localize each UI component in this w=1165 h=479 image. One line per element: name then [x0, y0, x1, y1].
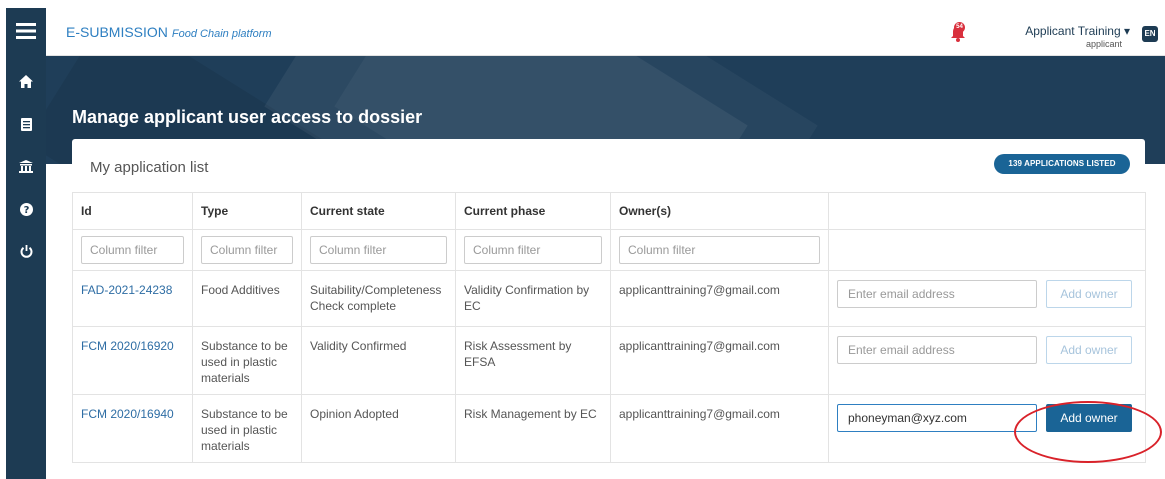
column-header-owners[interactable]: Owner(s) — [610, 192, 829, 230]
user-role: applicant — [1085, 39, 1122, 49]
user-menu[interactable]: Applicant Training ▾ applicant — [1006, 24, 1130, 49]
application-list-card: My application list 139 APPLICATIONS LIS… — [72, 139, 1146, 479]
application-id-link[interactable]: FCM 2020/16920 — [72, 326, 193, 395]
application-type: Substance to be used in plastic material… — [192, 326, 302, 395]
column-header-type[interactable]: Type — [192, 192, 302, 230]
language-switch[interactable]: EN — [1142, 26, 1158, 42]
application-owners: applicanttraining7@gmail.com — [610, 326, 829, 395]
user-name: Applicant Training ▾ — [1025, 24, 1130, 38]
brand-tagline: Food Chain platform — [171, 28, 272, 40]
table-header-row: Id Type Current state Current phase Owne… — [72, 192, 1146, 230]
top-bar: E-SUBMISSION Food Chain platform 54 Appli… — [46, 8, 1165, 56]
filter-cell — [192, 229, 302, 271]
document-icon[interactable] — [6, 109, 46, 139]
application-id-link[interactable]: FCM 2020/16940 — [72, 394, 193, 463]
table-row: FAD-2021-24238 Food Additives Suitabilit… — [72, 270, 1146, 327]
application-owners: applicanttraining7@gmail.com — [610, 270, 829, 327]
add-owner-button[interactable]: Add owner — [1046, 404, 1132, 432]
brand-name: E-SUBMISSION — [66, 24, 168, 40]
type-filter-input[interactable] — [201, 236, 293, 264]
add-owner-button[interactable]: Add owner — [1046, 336, 1132, 364]
home-icon[interactable] — [6, 66, 46, 96]
state-filter-input[interactable] — [310, 236, 447, 264]
filter-cell — [301, 229, 456, 271]
applications-table: Id Type Current state Current phase Owne… — [72, 192, 1146, 463]
application-type: Substance to be used in plastic material… — [192, 394, 302, 463]
column-header-state[interactable]: Current state — [301, 192, 456, 230]
filter-cell — [610, 229, 829, 271]
application-id-link[interactable]: FAD-2021-24238 — [72, 270, 193, 327]
power-icon[interactable] — [6, 236, 46, 266]
owner-email-input[interactable] — [837, 404, 1037, 432]
application-phase: Validity Confirmation by EC — [455, 270, 611, 327]
filter-cell — [828, 229, 1146, 271]
notification-count: 54 — [954, 22, 965, 33]
owners-filter-input[interactable] — [619, 236, 820, 264]
menu-icon[interactable] — [6, 16, 46, 46]
column-header-actions — [828, 192, 1146, 230]
svg-text:?: ? — [23, 205, 29, 216]
application-phase: Risk Management by EC — [455, 394, 611, 463]
filter-row — [72, 229, 1146, 271]
applications-count-badge: 139 APPLICATIONS LISTED — [994, 154, 1130, 174]
owner-actions: Add owner — [828, 326, 1146, 395]
brand[interactable]: E-SUBMISSION Food Chain platform — [66, 24, 272, 40]
application-state: Opinion Adopted — [301, 394, 456, 463]
column-header-phase[interactable]: Current phase — [455, 192, 611, 230]
owner-email-input[interactable] — [837, 336, 1037, 364]
owner-email-input[interactable] — [837, 280, 1037, 308]
sidebar: ? — [6, 8, 46, 479]
page-title: Manage applicant user access to dossier — [72, 107, 423, 127]
organization-icon[interactable] — [6, 151, 46, 181]
application-state: Validity Confirmed — [301, 326, 456, 395]
list-title: My application list — [90, 159, 209, 176]
filter-cell — [72, 229, 193, 271]
help-icon[interactable]: ? — [6, 194, 46, 224]
application-phase: Risk Assessment by EFSA — [455, 326, 611, 395]
table-row: FCM 2020/16940 Substance to be used in p… — [72, 394, 1146, 463]
id-filter-input[interactable] — [81, 236, 184, 264]
application-type: Food Additives — [192, 270, 302, 327]
column-header-id[interactable]: Id — [72, 192, 193, 230]
table-row: FCM 2020/16920 Substance to be used in p… — [72, 326, 1146, 395]
filter-cell — [455, 229, 611, 271]
application-state: Suitability/Completeness Check complete — [301, 270, 456, 327]
add-owner-button[interactable]: Add owner — [1046, 280, 1132, 308]
application-owners: applicanttraining7@gmail.com — [610, 394, 829, 463]
owner-actions: Add owner — [828, 394, 1146, 463]
owner-actions: Add owner — [828, 270, 1146, 327]
phase-filter-input[interactable] — [464, 236, 602, 264]
